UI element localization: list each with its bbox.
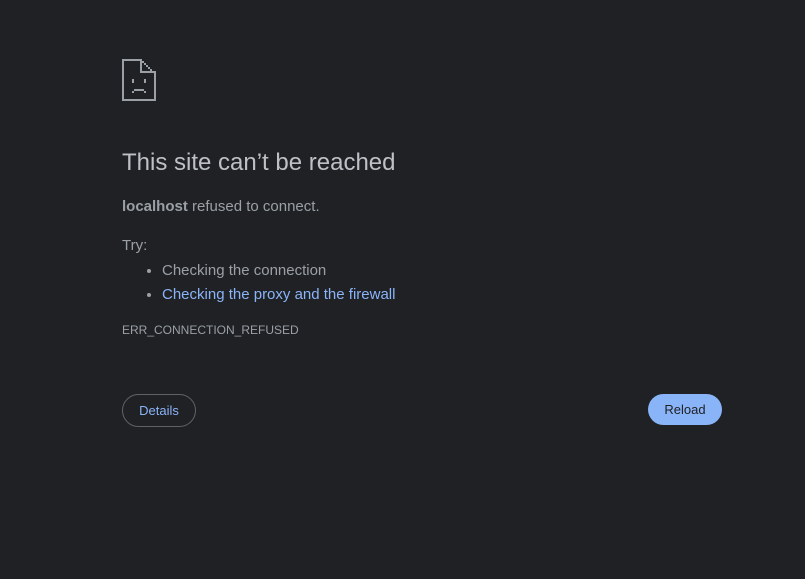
- error-summary: localhost refused to connect.: [122, 197, 320, 217]
- host-name: localhost: [122, 198, 188, 215]
- error-page: This site can’t be reached localhost ref…: [0, 0, 805, 579]
- try-label: Try:: [122, 237, 148, 254]
- error-summary-text: refused to connect.: [187, 198, 320, 215]
- suggestion-check-proxy-firewall: Checking the proxy and the firewall: [162, 283, 395, 307]
- error-content: This site can’t be reached localhost ref…: [122, 59, 722, 337]
- suggestion-label: Checking the connection: [162, 262, 327, 279]
- error-code: ERR_CONNECTION_REFUSED: [122, 323, 299, 337]
- proxy-firewall-link[interactable]: Checking the proxy and the firewall: [162, 286, 395, 303]
- suggestion-check-connection: Checking the connection: [162, 259, 395, 283]
- reload-button[interactable]: Reload: [648, 394, 722, 425]
- details-button[interactable]: Details: [122, 394, 196, 427]
- sad-document-icon: [122, 59, 156, 101]
- suggestions-list: Checking the connection Checking the pro…: [122, 259, 395, 307]
- page-title: This site can’t be reached: [122, 149, 396, 176]
